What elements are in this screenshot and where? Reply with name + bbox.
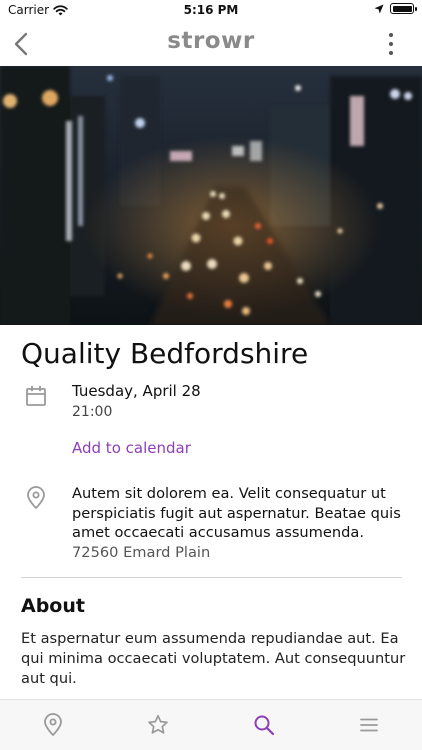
status-right	[374, 3, 417, 14]
battery-icon	[390, 3, 417, 14]
tab-bar	[0, 699, 422, 750]
event-hero-image	[0, 66, 422, 325]
status-bar: Carrier 5:16 PM	[0, 0, 422, 22]
event-date: Tuesday, April 28	[72, 382, 201, 400]
section-divider	[21, 577, 402, 578]
tab-locations[interactable]	[40, 712, 66, 738]
event-time: 21:00	[72, 404, 113, 420]
event-address[interactable]: Autem sit dolorem ea. Velit consequatur …	[72, 484, 407, 543]
menu-icon	[360, 718, 378, 732]
more-options-button[interactable]	[386, 33, 396, 55]
add-to-calendar-link[interactable]: Add to calendar	[72, 439, 191, 457]
event-address-line2[interactable]: 72560 Emard Plain	[72, 544, 210, 561]
app-logo: strowr	[167, 28, 255, 54]
search-icon	[254, 715, 275, 736]
nav-bar: strowr	[0, 22, 422, 66]
tab-menu[interactable]	[356, 712, 382, 738]
event-title: Quality Bedfordshire	[21, 337, 309, 370]
about-heading: About	[21, 595, 85, 617]
about-text: Et aspernatur eum assumenda repudiandae …	[21, 630, 406, 687]
status-time: 5:16 PM	[183, 3, 239, 17]
location-arrow-icon	[374, 4, 384, 13]
star-icon	[148, 714, 168, 734]
location-pin-icon	[27, 486, 45, 509]
more-vertical-icon	[389, 33, 393, 37]
hero-city-night-image	[0, 66, 422, 325]
calendar-icon	[26, 385, 46, 406]
location-pin-icon	[44, 713, 62, 736]
tab-favorites[interactable]	[145, 712, 171, 738]
tab-search[interactable]	[251, 712, 277, 738]
